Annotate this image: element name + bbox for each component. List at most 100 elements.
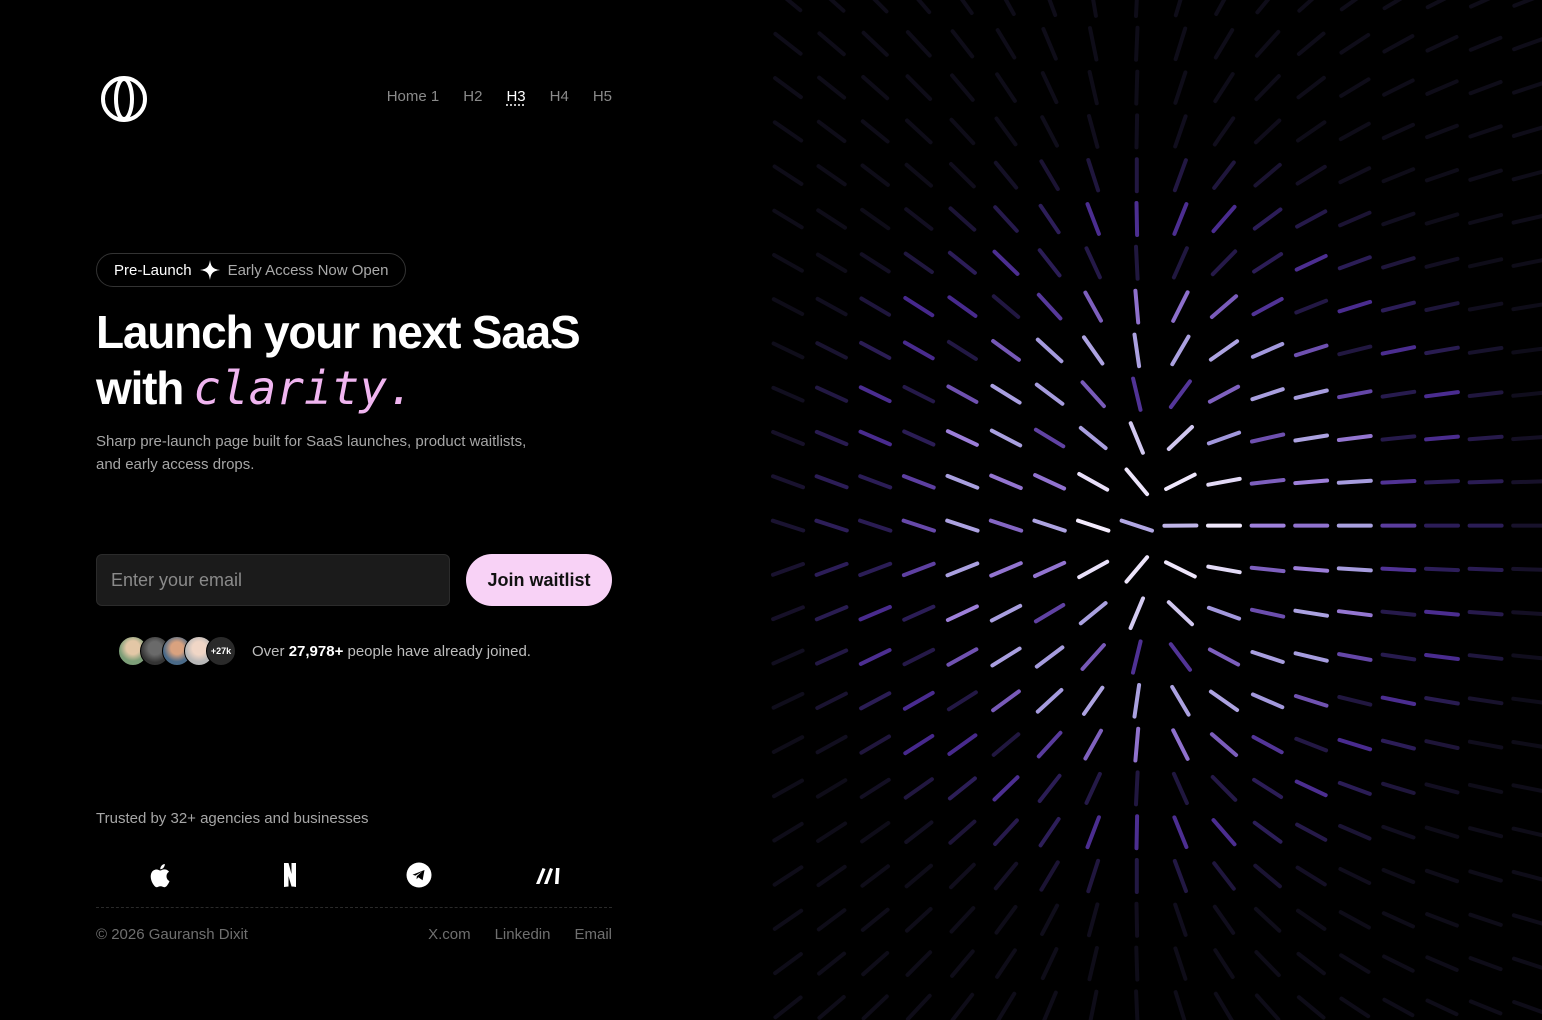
nav-item-h5[interactable]: H5: [593, 88, 612, 105]
art-dash: [1085, 202, 1101, 236]
art-dash: [1171, 771, 1189, 805]
art-dash: [988, 518, 1024, 533]
art-dash: [1038, 817, 1061, 848]
art-dash: [1424, 739, 1460, 750]
art-dash: [916, 0, 932, 15]
brand-logo-icon[interactable]: [100, 75, 148, 123]
art-dash: [1250, 607, 1286, 619]
art-dash: [1173, 902, 1188, 937]
art-dash: [1468, 213, 1504, 225]
art-dash: [872, 0, 889, 14]
art-dash: [949, 906, 976, 934]
email-input[interactable]: [96, 554, 450, 606]
art-dash: [1381, 167, 1416, 184]
join-waitlist-button[interactable]: Join waitlist: [466, 554, 612, 606]
art-dash: [1511, 826, 1542, 838]
art-dash: [1380, 345, 1417, 356]
art-dash: [771, 691, 805, 710]
art-dash: [1210, 249, 1238, 277]
art-dash: [950, 73, 975, 102]
art-dash: [1209, 294, 1239, 319]
art-dash: [1134, 945, 1140, 982]
art-dash: [1128, 596, 1145, 630]
art-dash: [1037, 773, 1062, 803]
art-dash: [1296, 75, 1326, 100]
nav-item-home-1[interactable]: Home 1: [387, 88, 440, 105]
art-dash: [1172, 158, 1188, 193]
social-proof-text: Over 27,978+ people have already joined.: [252, 643, 531, 660]
art-dash: [1424, 825, 1460, 839]
art-dash: [1469, 0, 1491, 9]
art-dash: [1209, 732, 1239, 757]
art-dash: [1088, 989, 1099, 1020]
nav-item-h4[interactable]: H4: [550, 88, 569, 105]
art-dash: [858, 429, 892, 447]
footer-link-x[interactable]: X.com: [428, 926, 471, 943]
art-dash: [1128, 421, 1145, 455]
art-dash: [1294, 298, 1329, 315]
social-proof-count: 27,978+: [288, 642, 344, 660]
footer-link-linkedin[interactable]: Linkedin: [495, 926, 551, 943]
nav-item-h3[interactable]: H3: [506, 88, 525, 105]
art-dash: [1086, 858, 1101, 894]
art-dash: [1295, 822, 1328, 842]
nav-item-h2[interactable]: H2: [463, 88, 482, 105]
art-dash: [995, 72, 1017, 103]
art-dash: [1468, 257, 1504, 269]
art-dash: [1296, 995, 1326, 1020]
art-dash: [993, 205, 1019, 233]
art-dash: [947, 250, 977, 275]
art-dash: [1293, 343, 1329, 358]
art-dash: [1297, 0, 1315, 13]
art-dash: [859, 777, 891, 799]
art-dash: [773, 31, 803, 56]
art-dash: [1253, 863, 1282, 889]
art-dash: [1468, 912, 1503, 927]
art-dash: [1467, 739, 1504, 750]
art-dash: [772, 821, 804, 843]
art-dash: [1040, 903, 1060, 936]
footer-divider: [96, 907, 612, 908]
art-dash: [1210, 775, 1238, 802]
footer: © 2026 Gauransh Dixit X.com Linkedin Ema…: [96, 926, 612, 943]
art-dash: [991, 339, 1021, 362]
art-dash: [1124, 555, 1150, 584]
art-dash: [860, 821, 891, 844]
art-dash: [1133, 726, 1141, 763]
art-dash: [903, 251, 934, 274]
art-dash: [947, 295, 978, 318]
art-dash: [1173, 946, 1188, 981]
art-dash: [1296, 951, 1326, 976]
art-dash: [1038, 203, 1061, 235]
art-dash: [1337, 780, 1372, 796]
art-dash: [858, 385, 892, 404]
art-dash: [1077, 472, 1110, 492]
art-dash: [1250, 387, 1285, 402]
art-dash: [771, 385, 805, 403]
social-proof-prefix: Over: [252, 642, 285, 660]
art-dash: [1085, 815, 1101, 850]
art-dash: [1339, 33, 1371, 55]
art-dash: [1173, 26, 1188, 62]
art-dash: [1425, 123, 1459, 140]
footer-link-email[interactable]: Email: [574, 926, 612, 943]
art-dash: [903, 296, 935, 318]
art-dash: [1424, 212, 1460, 226]
art-dash: [1251, 297, 1284, 317]
art-dash: [1424, 390, 1460, 399]
art-dash: [1468, 168, 1503, 182]
art-dash: [816, 208, 847, 230]
art-dash: [1076, 518, 1111, 533]
art-dash: [1294, 779, 1328, 798]
art-dash: [773, 76, 803, 100]
hero-title: Launch your next SaaS with clarity.: [96, 304, 616, 416]
art-dash: [859, 252, 891, 274]
art-dash: [1337, 652, 1373, 662]
art-dash: [772, 164, 804, 186]
art-dash: [1211, 204, 1237, 234]
art-dash: [1382, 0, 1403, 11]
art-dash: [1295, 164, 1327, 186]
art-dash: [773, 952, 803, 976]
art-dash: [1252, 252, 1284, 274]
art-dash: [1032, 518, 1067, 533]
